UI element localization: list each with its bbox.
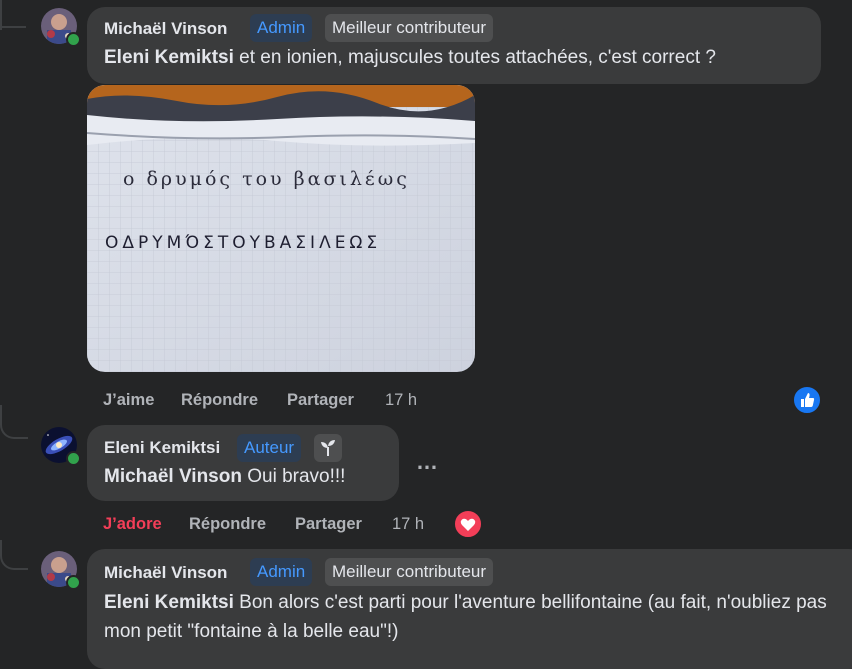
timestamp[interactable]: 17 h <box>392 515 424 534</box>
online-status-icon <box>66 575 81 590</box>
like-button[interactable]: J’aime <box>103 391 154 410</box>
share-button[interactable]: Partager <box>287 391 354 410</box>
comment-actions: J’adore Répondre Partager 17 h <box>103 515 443 535</box>
top-contributor-badge[interactable]: Meilleur contributeur <box>325 14 494 42</box>
comment-author[interactable]: Michaël Vinson <box>104 563 227 583</box>
love-icon[interactable] <box>453 509 483 539</box>
attached-photo[interactable]: ο δρυμός του βασιλέως ΟΔΡΥΜΌΣΤΟΥΒΑΣΙΛΕΩΣ <box>87 85 475 372</box>
comment-author[interactable]: Eleni Kemiktsi <box>104 438 220 458</box>
comment-author[interactable]: Michaël Vinson <box>104 19 227 39</box>
like-icon[interactable] <box>792 385 822 415</box>
online-status-icon <box>66 32 81 47</box>
thread-branch <box>0 26 26 28</box>
thread-branch <box>0 405 28 439</box>
reply-button[interactable]: Répondre <box>189 515 266 534</box>
comment-text: Michaël Vinson Oui bravo!!! <box>104 462 394 491</box>
mention-link[interactable]: Michaël Vinson <box>104 466 242 487</box>
comment-text: Eleni Kemiktsi Bon alors c'est parti pou… <box>104 588 834 646</box>
reply-button[interactable]: Répondre <box>181 391 258 410</box>
comment-text: Eleni Kemiktsi et en ionien, majuscules … <box>104 43 814 72</box>
mention-link[interactable]: Eleni Kemiktsi <box>104 47 234 68</box>
author-badge[interactable]: Auteur <box>237 434 302 462</box>
sprout-icon <box>321 440 335 456</box>
more-options-icon[interactable]: … <box>416 449 438 475</box>
mention-link[interactable]: Eleni Kemiktsi <box>104 592 234 613</box>
handwriting-line-1: ο δρυμός του βασιλέως <box>123 168 410 190</box>
share-button[interactable]: Partager <box>295 515 362 534</box>
online-status-icon <box>66 451 81 466</box>
admin-badge[interactable]: Admin <box>250 558 313 586</box>
new-member-badge[interactable] <box>314 434 342 462</box>
comment-actions: J’aime Répondre Partager 17 h <box>103 391 433 411</box>
comment-body: et en ionien, majuscules toutes attachée… <box>233 47 716 68</box>
top-contributor-badge[interactable]: Meilleur contributeur <box>325 558 494 586</box>
handwriting-line-2: ΟΔΡΥΜΌΣΤΟΥΒΑΣΙΛΕΩΣ <box>105 233 381 253</box>
love-button[interactable]: J’adore <box>103 515 162 534</box>
comment-body: Oui bravo!!! <box>241 466 346 487</box>
timestamp[interactable]: 17 h <box>385 391 417 410</box>
thread-branch <box>0 540 28 570</box>
admin-badge[interactable]: Admin <box>250 14 313 42</box>
